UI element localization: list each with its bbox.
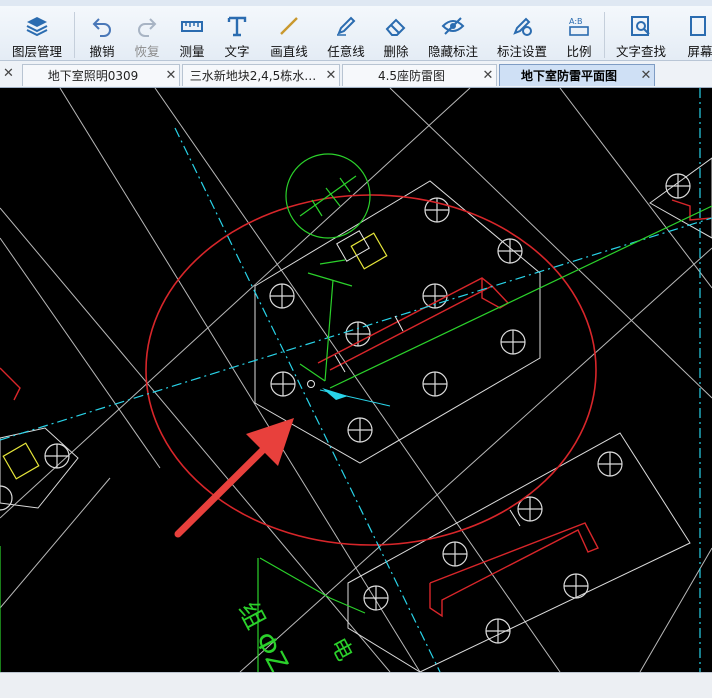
cad-label: 组 ФZ [232,597,293,672]
tab-label: 三水新地块2,4,5栋水… [189,69,317,83]
close-icon[interactable]: ✕ [163,68,179,83]
annotation-settings-button[interactable]: 标注设置 [493,6,551,60]
ruler-icon [181,21,203,32]
draw-line-button[interactable]: 画直线 [264,6,314,60]
close-icon[interactable]: ✕ [480,68,496,83]
cad-label: 电 [325,634,357,665]
line-icon [280,17,298,35]
svg-text:A:B: A:B [569,17,583,26]
redo-icon [138,18,157,37]
toolbar-separator [74,12,75,58]
undo-button[interactable]: 撤销 [82,6,122,60]
red-lightning-conductor [0,199,712,618]
freehand-button[interactable]: 任意线 [321,6,371,60]
eye-icon [441,17,465,35]
layers-button[interactable]: 图层管理 [8,6,66,60]
close-icon[interactable]: ✕ [323,68,339,83]
hide-annotation-button[interactable]: 隐藏标注 [424,6,482,60]
measure-label: 测量 [179,44,205,59]
status-bar [0,672,712,698]
tab-lightning-45[interactable]: 4.5座防雷图 ✕ [342,64,497,86]
tab-label: 地下室防雷平面图 [520,69,617,83]
redo-button[interactable]: 恢复 [127,6,167,60]
drawing-canvas[interactable]: 组 ФZ 电 [0,88,712,672]
grid-lines [0,88,712,672]
text-button[interactable]: 文字 [217,6,257,60]
close-icon[interactable]: ✕ [3,66,14,81]
green-elements [0,153,712,672]
building-outline [0,157,712,672]
cyan-pointer [319,388,391,407]
tab-sanshui-block[interactable]: 三水新地块2,4,5栋水… ✕ [182,64,340,86]
tab-basement-lightning-plan[interactable]: 地下室防雷平面图 ✕ [499,64,655,86]
highlight-circle [145,194,597,546]
scale-icon: A:B [569,17,589,36]
tab-basement-lighting[interactable]: 地下室照明0309 ✕ [22,64,180,86]
undo-label: 撤销 [89,44,115,59]
scale-label: 比例 [566,44,592,59]
undo-icon [92,18,111,37]
layers-label: 图层管理 [11,44,62,59]
delete-button[interactable]: 删除 [376,6,416,60]
find-text-button[interactable]: 文字查找 [612,6,670,60]
freehand-label: 任意线 [327,44,365,59]
annotation-settings-label: 标注设置 [496,44,547,59]
redo-label: 恢复 [134,44,160,59]
toolbar-separator [604,12,605,58]
find-text-icon [631,16,650,36]
draw-line-label: 画直线 [270,44,308,59]
hide-annotation-label: 隐藏标注 [427,44,478,59]
columns [0,173,691,644]
find-text-label: 文字查找 [615,44,666,59]
white-annotations [307,230,521,527]
screen-icon [690,16,706,36]
close-icon[interactable]: ✕ [638,68,654,83]
layers-icon [26,17,48,37]
tab-bar: 地下室照明0309 ✕ 三水新地块2,4,5栋水… ✕ 4.5座防雷图 ✕ 地下… [0,61,712,88]
tab-label: 4.5座防雷图 [377,69,446,83]
eraser-icon [385,18,406,36]
screen-button[interactable]: 屏幕 [680,6,712,60]
measure-button[interactable]: 测量 [172,6,212,60]
delete-label: 删除 [383,44,409,59]
cad-drawing: 组 ФZ 电 [0,88,712,672]
red-arrow [174,418,294,538]
text-label: 文字 [224,44,250,59]
screen-label: 屏幕 [687,44,712,59]
tab-label: 地下室照明0309 [47,69,139,83]
pen-icon [337,16,356,36]
cyan-lines [0,88,712,672]
toolbar: 图层管理 撤销 恢复 测量 文字 画直线 任意线 删除 隐藏标注 标注设置 A:… [0,6,712,61]
annotation-settings-icon [513,17,532,36]
scale-button[interactable]: A:B 比例 [561,6,597,60]
text-icon [227,16,247,37]
